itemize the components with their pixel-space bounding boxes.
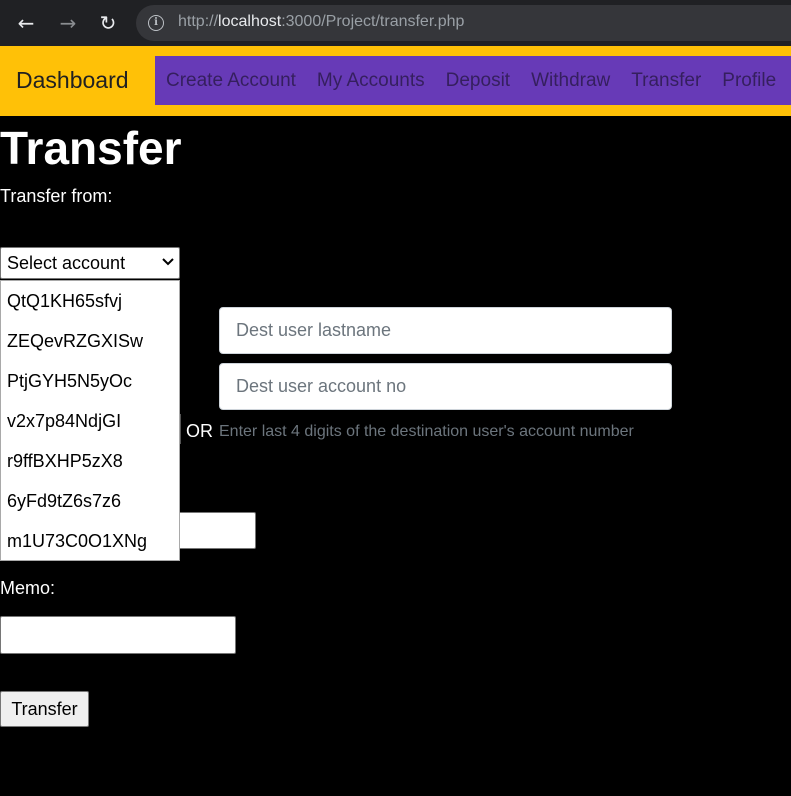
nav-deposit[interactable]: Deposit [446,70,510,92]
or-label: OR [186,421,213,441]
info-icon[interactable]: i [148,15,164,31]
nav-profile[interactable]: Profile [722,70,776,92]
account-dropdown-list: QtQ1KH65sfvj ZEQevRZGXISw PtjGYH5N5yOc v… [0,280,180,561]
nav-create-account[interactable]: Create Account [166,70,296,92]
nav-transfer[interactable]: Transfer [631,70,701,92]
account-select[interactable]: Select account [0,247,180,279]
memo-input[interactable] [0,616,236,654]
address-bar[interactable]: i http://localhost:3000/Project/transfer… [136,5,791,41]
account-option[interactable]: ZEQevRZGXISw [1,321,179,361]
account-hint: Enter last 4 digits of the destination u… [219,423,634,440]
url-text[interactable]: http://localhost:3000/Project/transfer.p… [178,13,464,31]
dest-account-input[interactable] [219,363,672,410]
reload-icon[interactable]: ↻ [96,11,120,35]
browser-toolbar: ← → ↻ i http://localhost:3000/Project/tr… [0,0,791,46]
back-icon[interactable]: ← [14,11,38,35]
forward-icon[interactable]: → [56,11,80,35]
page-title: Transfer [0,122,182,174]
memo-label: Memo: [0,578,56,598]
nav-withdraw[interactable]: Withdraw [531,70,610,92]
navbar: Dashboard Create Account My Accounts Dep… [0,46,791,116]
nav-links: Create Account My Accounts Deposit Withd… [155,56,791,105]
url-host: localhost [218,13,282,30]
url-path: :3000/Project/transfer.php [281,13,465,30]
url-prefix: http:// [178,13,219,30]
account-option[interactable]: QtQ1KH65sfvj [1,281,179,321]
account-option[interactable]: m1U73C0O1XNg [1,521,179,561]
transfer-from-label: Transfer from: [0,186,113,206]
chevron-down-icon [162,258,174,266]
account-option[interactable]: r9ffBXHP5zX8 [1,441,179,481]
nav-my-accounts[interactable]: My Accounts [317,70,425,92]
account-select-value: Select account [7,253,126,273]
account-option[interactable]: 6yFd9tZ6s7z6 [1,481,179,521]
brand-link[interactable]: Dashboard [16,67,129,94]
transfer-button[interactable]: Transfer [0,691,89,727]
account-option[interactable]: PtjGYH5N5yOc [1,361,179,401]
account-option[interactable]: v2x7p84NdjGI [1,401,179,441]
dest-lastname-input[interactable] [219,307,672,354]
